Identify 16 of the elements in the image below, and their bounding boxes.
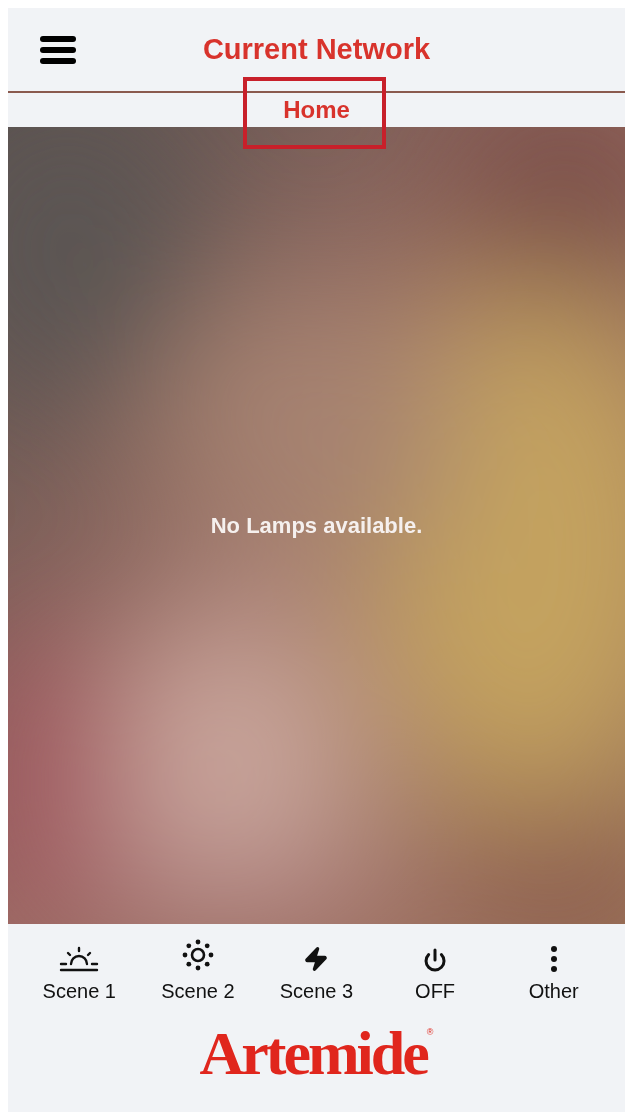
sun-icon	[180, 938, 215, 972]
empty-message: No Lamps available.	[210, 512, 423, 540]
power-icon	[423, 948, 448, 972]
network-name[interactable]: Home	[283, 92, 350, 128]
lightning-icon	[303, 946, 330, 972]
scene-button[interactable]: Scene 3	[257, 936, 376, 1006]
scene-button[interactable]: Scene 1	[20, 936, 139, 1006]
more-icon	[550, 946, 557, 972]
header-title: Current Network	[202, 31, 431, 67]
scene-button[interactable]: Scene 2	[138, 936, 258, 1006]
menu-icon[interactable]	[40, 36, 76, 64]
scene-button[interactable]: Other	[494, 936, 613, 1006]
scene-button[interactable]: OFF	[375, 936, 495, 1006]
registered-mark: ®	[426, 1026, 434, 1037]
sunrise-icon	[59, 944, 100, 972]
brand-logo: Artemide	[199, 1022, 427, 1084]
